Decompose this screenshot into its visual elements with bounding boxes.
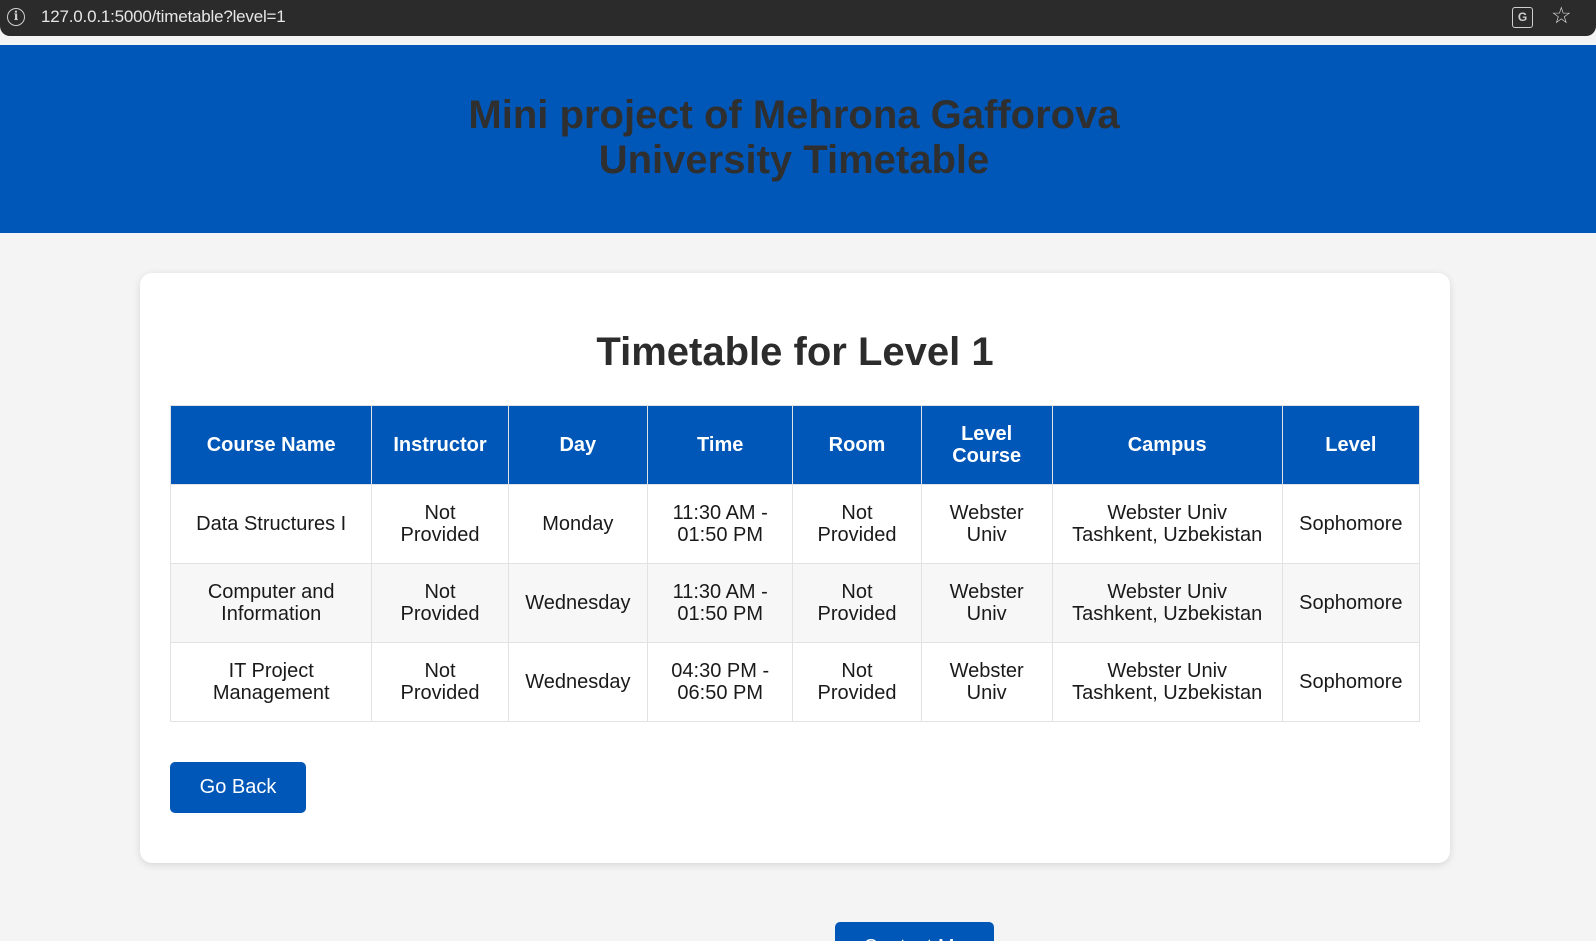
cell-time: 11:30 AM - 01:50 PM [646,484,794,564]
cell-course-name: Data Structures I [169,484,373,564]
column-header-course-name: Course Name [169,405,373,485]
cell-day: Monday [507,484,648,564]
cell-time: 11:30 AM - 01:50 PM [646,563,794,643]
cell-level-course: Webster Univ [920,484,1053,564]
title-line-1: Mini project of Mehrona Gafforova [468,93,1120,137]
translate-icon[interactable]: G [1512,7,1533,28]
cell-level: Sophomore [1281,642,1421,722]
cell-course-name: Computer and Information [169,563,373,643]
title-line-2: University Timetable [598,138,990,182]
bookmark-star-icon[interactable]: ☆ [1551,3,1572,29]
cell-level-course: Webster Univ [920,563,1053,643]
timetable-card: Timetable for Level 1 Course Name Instru… [140,273,1450,863]
column-header-room: Room [792,405,922,485]
page-title: Mini project of Mehrona Gafforova Univer… [0,93,1588,183]
column-header-instructor: Instructor [371,405,509,485]
go-back-button[interactable]: Go Back [170,762,306,813]
table-row: Data Structures I Not Provided Monday 11… [169,484,1421,564]
cell-level-course: Webster Univ [920,642,1053,722]
contact-me-button[interactable]: Contact Me [835,922,994,941]
cell-room: Not Provided [792,642,922,722]
cell-level: Sophomore [1281,563,1421,643]
url-text[interactable]: 127.0.0.1:5000/timetable?level=1 [41,7,286,27]
column-header-level-course: Level Course [920,405,1053,485]
timetable-heading: Timetable for Level 1 [596,330,994,374]
cell-campus: Webster Univ Tashkent, Uzbekistan [1051,484,1283,564]
cell-room: Not Provided [792,484,922,564]
timetable-table: Course Name Instructor Day Time Room Lev… [169,405,1421,722]
cell-instructor: Not Provided [371,563,509,643]
table-row: Computer and Information Not Provided We… [169,563,1421,643]
cell-room: Not Provided [792,563,922,643]
browser-address-bar: i 127.0.0.1:5000/timetable?level=1 G ☆ [0,0,1596,36]
column-header-time: Time [646,405,794,485]
cell-campus: Webster Univ Tashkent, Uzbekistan [1051,642,1283,722]
column-header-day: Day [507,405,648,485]
cell-day: Wednesday [507,642,648,722]
page-header: Mini project of Mehrona Gafforova Univer… [0,45,1596,233]
column-header-level: Level [1281,405,1421,485]
cell-campus: Webster Univ Tashkent, Uzbekistan [1051,563,1283,643]
table-row: IT Project Management Not Provided Wedne… [169,642,1421,722]
cell-course-name: IT Project Management [169,642,373,722]
cell-level: Sophomore [1281,484,1421,564]
info-icon[interactable]: i [7,8,25,26]
cell-instructor: Not Provided [371,484,509,564]
cell-day: Wednesday [507,563,648,643]
table-header-row: Course Name Instructor Day Time Room Lev… [169,405,1421,485]
column-header-campus: Campus [1051,405,1283,485]
cell-instructor: Not Provided [371,642,509,722]
cell-time: 04:30 PM - 06:50 PM [646,642,794,722]
